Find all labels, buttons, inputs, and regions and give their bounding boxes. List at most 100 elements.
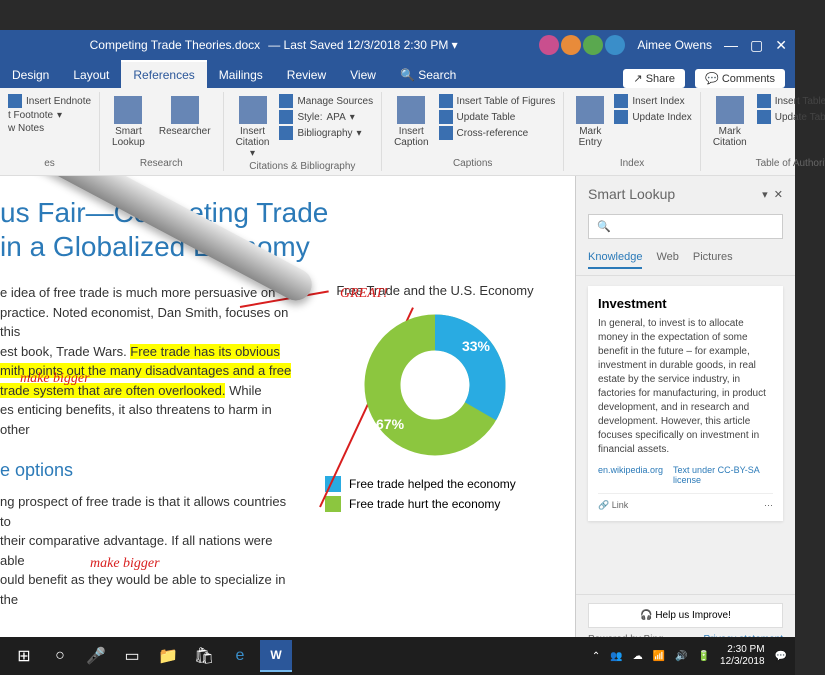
start-button[interactable]: ⊞	[8, 640, 40, 672]
mark-citation-button[interactable]: Mark Citation	[709, 94, 751, 150]
style-icon	[279, 110, 293, 124]
body-text: e idea of free trade is much more persua…	[0, 283, 295, 439]
task-view-icon[interactable]: ▭	[116, 640, 148, 672]
smart-lookup-icon	[114, 96, 142, 124]
windows-taskbar: ⊞ ○ 🎤 ▭ 📁 🛍 e W ⌃ 👥 ☁ 📶 🔊 🔋 2:30 PM 12/3…	[0, 637, 795, 675]
ink-annotation: GREAT!	[340, 286, 388, 302]
document-canvas[interactable]: us Fair—Competing Trade in a Globalized …	[0, 176, 575, 653]
close-icon[interactable]: ✕	[775, 37, 787, 54]
smart-lookup-pane: Smart Lookup ▾ ✕ 🔍 Knowledge Web Picture…	[575, 176, 795, 653]
pane-title: Smart Lookup	[588, 186, 675, 202]
doc-filename: Competing Trade Theories.docx	[90, 38, 261, 52]
table-of-figures-button[interactable]: Insert Table of Figures	[439, 94, 556, 108]
tab-mailings[interactable]: Mailings	[207, 62, 275, 88]
body-text: ng prospect of free trade is that it all…	[0, 492, 295, 609]
insert-index-button[interactable]: Insert Index	[614, 94, 692, 108]
biblio-icon	[279, 126, 293, 140]
index-icon	[614, 94, 628, 108]
comments-button[interactable]: 💬 Comments	[695, 69, 785, 88]
insert-endnote-button[interactable]: Insert Endnote	[8, 94, 91, 108]
card-text: In general, to invest is to allocate mon…	[598, 317, 773, 457]
collaborator-avatars[interactable]	[539, 35, 625, 55]
mark-entry-button[interactable]: Mark Entry	[572, 94, 608, 150]
toa-icon	[757, 94, 771, 108]
saved-status: — Last Saved 12/3/2018 2:30 PM ▾	[268, 38, 458, 52]
legend-item: Free trade helped the economy	[325, 476, 545, 492]
insert-citation-button[interactable]: Insert Citation ▾	[232, 94, 274, 161]
next-footnote-button[interactable]: t Footnote ▾	[8, 110, 91, 121]
chart-label-33: 33%	[462, 338, 490, 354]
update-icon	[439, 110, 453, 124]
sl-tab-knowledge[interactable]: Knowledge	[588, 251, 642, 269]
style-dropdown[interactable]: Style: APA ▾	[279, 110, 373, 124]
ink-annotation: make bigger	[20, 371, 90, 387]
tof-icon	[439, 94, 453, 108]
smart-lookup-button[interactable]: Smart Lookup	[108, 94, 149, 150]
tab-layout[interactable]: Layout	[61, 62, 121, 88]
legend-swatch-green	[325, 496, 341, 512]
cross-reference-button[interactable]: Cross-reference	[439, 126, 556, 140]
insert-toa-button[interactable]: Insert Table of Authorities	[757, 94, 825, 108]
caption-icon	[397, 96, 425, 124]
pane-close-icon[interactable]: ✕	[774, 189, 783, 201]
smart-lookup-search[interactable]: 🔍	[588, 214, 783, 239]
minimize-icon[interactable]: —	[724, 37, 738, 54]
onedrive-icon[interactable]: ☁	[633, 651, 643, 662]
update-index-button[interactable]: Update Index	[614, 110, 692, 124]
file-explorer-icon[interactable]: 📁	[152, 640, 184, 672]
notifications-icon[interactable]: 💬	[775, 651, 787, 662]
restore-icon[interactable]: ▢	[750, 37, 763, 54]
word-icon[interactable]: W	[260, 640, 292, 672]
update-icon	[757, 110, 771, 124]
edge-icon[interactable]: e	[224, 640, 256, 672]
source-link[interactable]: en.wikipedia.org	[598, 465, 663, 485]
tab-references[interactable]: References	[121, 60, 206, 88]
volume-icon[interactable]: 🔊	[675, 651, 687, 662]
insert-caption-button[interactable]: Insert Caption	[390, 94, 432, 150]
avatar[interactable]	[561, 35, 581, 55]
people-icon[interactable]: 👥	[610, 651, 622, 662]
show-notes-button[interactable]: w Notes	[8, 123, 91, 134]
wifi-icon[interactable]: 📶	[653, 651, 665, 662]
bibliography-button[interactable]: Bibliography ▾	[279, 126, 373, 140]
ribbon-tabs: Design Layout References Mailings Review…	[0, 60, 795, 88]
tray-chevron-icon[interactable]: ⌃	[592, 651, 600, 662]
avatar[interactable]	[539, 35, 559, 55]
sl-tab-web[interactable]: Web	[656, 251, 678, 269]
store-icon[interactable]: 🛍	[188, 640, 220, 672]
tab-search[interactable]: 🔍 Search	[388, 62, 468, 88]
tab-design[interactable]: Design	[0, 62, 61, 88]
tab-view[interactable]: View	[338, 62, 388, 88]
update-table-button[interactable]: Update Table	[439, 110, 556, 124]
endnote-icon	[8, 94, 22, 108]
battery-icon[interactable]: 🔋	[698, 651, 710, 662]
update-toa-button[interactable]: Update Table	[757, 110, 825, 124]
tab-review[interactable]: Review	[275, 62, 338, 88]
link-icon[interactable]: 🔗 Link	[598, 500, 628, 511]
knowledge-card: Investment In general, to invest is to a…	[588, 286, 783, 521]
username[interactable]: Aimee Owens	[637, 38, 712, 52]
search-icon: 🔍	[597, 221, 611, 233]
search-icon: 🔍	[400, 68, 415, 82]
pane-menu-icon[interactable]: ▾	[762, 189, 768, 201]
sources-icon	[279, 94, 293, 108]
avatar[interactable]	[583, 35, 603, 55]
taskbar-clock[interactable]: 2:30 PM 12/3/2018	[720, 644, 765, 668]
avatar[interactable]	[605, 35, 625, 55]
license-link[interactable]: Text under CC-BY-SA license	[673, 465, 773, 485]
cortana-icon[interactable]: ○	[44, 640, 76, 672]
card-title: Investment	[598, 296, 773, 311]
help-improve-button[interactable]: 🎧 Help us Improve!	[588, 603, 783, 628]
researcher-button[interactable]: Researcher	[155, 94, 215, 139]
ink-annotation: make bigger	[90, 556, 160, 572]
researcher-icon	[171, 96, 199, 124]
more-icon[interactable]: ⋯	[764, 500, 773, 511]
share-button[interactable]: ↗ Share	[623, 69, 685, 88]
microphone-icon[interactable]: 🎤	[80, 640, 112, 672]
citation-icon	[239, 96, 267, 124]
update-icon	[614, 110, 628, 124]
manage-sources-button[interactable]: Manage Sources	[279, 94, 373, 108]
sl-tab-pictures[interactable]: Pictures	[693, 251, 733, 269]
chart-label-67: 67%	[376, 416, 404, 432]
subheading: e options	[0, 457, 295, 484]
